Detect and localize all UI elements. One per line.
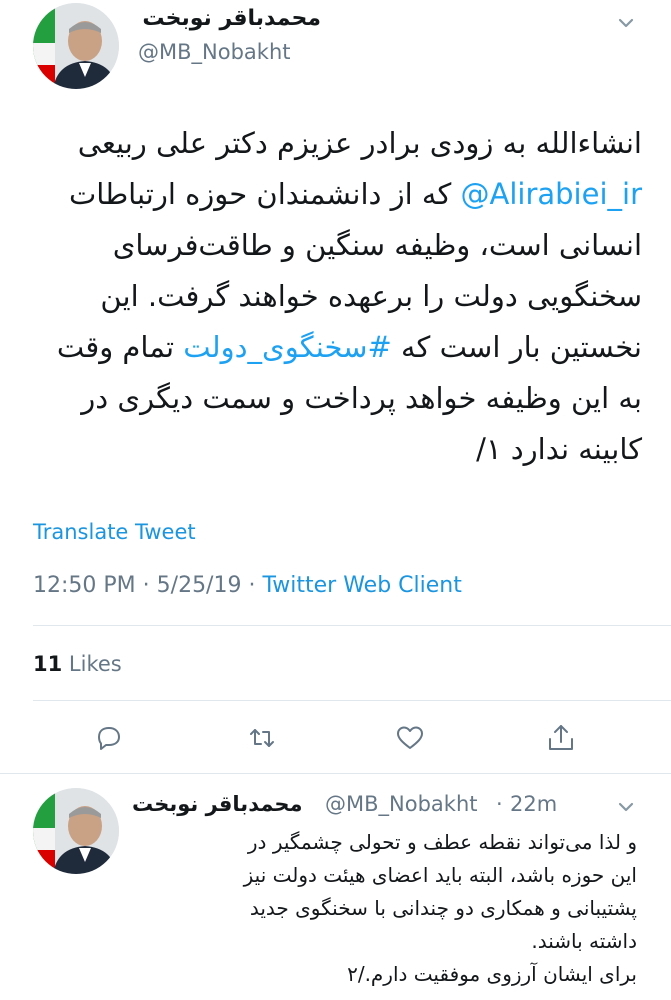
- tweet-line: به این وظیفه خواهد پرداخت و سمت دیگری در: [81, 381, 642, 415]
- author-name[interactable]: محمدباقر نوبخت: [142, 6, 321, 31]
- likes-number: 11: [33, 652, 63, 676]
- separator-dot: ·: [496, 792, 503, 816]
- profile-photo: [33, 3, 119, 89]
- translate-tweet-link[interactable]: Translate Tweet: [33, 520, 196, 544]
- profile-photo: [33, 788, 119, 874]
- likes-count[interactable]: 11 Likes: [33, 652, 122, 676]
- reply-avatar[interactable]: [33, 788, 119, 874]
- reply-text: و لذا می‌تواند نقطه عطف و تحولی چشمگیر د…: [132, 826, 637, 991]
- reply-line: داشته باشند.: [531, 929, 637, 953]
- separator-dot: ·: [142, 573, 157, 598]
- likes-label: Likes: [68, 652, 122, 676]
- reply-header: محمدباقر نوبخت @MB_Nobakht · 22m: [132, 792, 622, 822]
- reply-line: برای ایشان آرزوی موفقیت دارم./۲: [347, 962, 637, 986]
- share-icon[interactable]: [545, 722, 577, 754]
- tweet-line: کابینه ندارد ۱/: [476, 432, 642, 466]
- tweet-time[interactable]: 12:50 PM: [33, 573, 136, 598]
- reply-line: پشتیبانی و همکاری دو چندانی با سخنگوی جد…: [249, 896, 637, 920]
- reply-icon[interactable]: [93, 722, 125, 754]
- separator-dot: ·: [248, 573, 263, 598]
- hashtag-link[interactable]: #سخنگوی_دولت: [183, 330, 392, 364]
- reply-author-handle[interactable]: @MB_Nobakht: [325, 792, 478, 816]
- reply-line: و لذا می‌تواند نقطه عطف و تحولی چشمگیر د…: [247, 830, 637, 854]
- mention-link[interactable]: @Alirabiei_ir: [461, 177, 643, 211]
- tweet-text: انشاءالله به زودی برادر عزیزم دکتر علی ر…: [30, 118, 642, 475]
- reply-author-name[interactable]: محمدباقر نوبخت: [132, 792, 303, 816]
- divider: [0, 773, 671, 774]
- avatar[interactable]: [33, 3, 119, 89]
- tweet-line: @Alirabiei_ir که از دانشمندان حوزه ارتبا…: [30, 169, 642, 220]
- tweet-client-link[interactable]: Twitter Web Client: [262, 573, 461, 598]
- tweet-line-text: نخستین بار است که: [391, 330, 642, 364]
- tweet-line: سخنگویی دولت را برعهده خواهند گرفت. این: [100, 279, 642, 313]
- author-handle[interactable]: @MB_Nobakht: [138, 40, 291, 64]
- tweet-line-text: تمام وقت: [56, 330, 184, 364]
- tweet-line: نخستین بار است که #سخنگوی_دولت تمام وقت: [30, 322, 642, 373]
- like-icon[interactable]: [394, 722, 426, 754]
- tweet-meta: 12:50 PM · 5/25/19 · Twitter Web Client: [33, 573, 462, 598]
- retweet-icon[interactable]: [246, 722, 278, 754]
- tweet-line: انشاءالله به زودی برادر عزیزم دکتر علی ر…: [77, 126, 642, 160]
- divider: [33, 700, 671, 701]
- reply-age[interactable]: 22m: [510, 792, 557, 816]
- tweet-date[interactable]: 5/25/19: [157, 573, 242, 598]
- reply-line: این حوزه باشد، البته باید اعضای هیئت دول…: [243, 863, 637, 887]
- chevron-down-icon[interactable]: [615, 12, 637, 34]
- chevron-down-icon[interactable]: [615, 796, 637, 818]
- divider: [33, 625, 671, 626]
- tweet-line: انسانی است، وظیفه سنگین و طاقت‌فرسای: [112, 228, 642, 262]
- tweet-line-text: که از دانشمندان حوزه ارتباطات: [68, 177, 461, 211]
